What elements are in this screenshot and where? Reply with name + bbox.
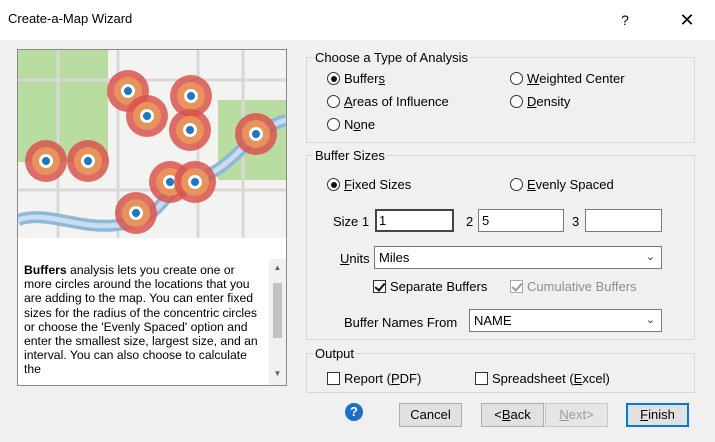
- scroll-up-icon[interactable]: ▲: [269, 263, 286, 272]
- radio-weighted-center-label: eighted Center: [539, 71, 625, 86]
- spreadsheet-excel-checkbox[interactable]: Spreadsheet (Excel): [475, 371, 610, 386]
- report-pdf-label-pre: Report (: [344, 371, 391, 386]
- separate-buffers-label: Separate Buffers: [390, 279, 488, 294]
- radio-density-mnemonic: D: [527, 94, 537, 109]
- units-value: Miles: [379, 250, 410, 265]
- radio-density[interactable]: Density: [510, 94, 570, 109]
- size2-input[interactable]: 5: [478, 209, 564, 232]
- radio-none-mnemonic: o: [353, 117, 361, 132]
- radio-areas-of-influence[interactable]: Areas of Influence: [327, 94, 449, 109]
- analysis-type-legend: Choose a Type of Analysis: [315, 50, 468, 65]
- chevron-down-icon[interactable]: ⌄: [646, 247, 655, 268]
- report-pdf-label-post: DF): [399, 371, 422, 386]
- radio-weighted-center-indicator[interactable]: [510, 72, 523, 85]
- radio-areas-label: reas of Influence: [352, 94, 449, 109]
- preview-panel: Buffers analysis lets you create one or …: [17, 49, 287, 386]
- size1-input[interactable]: 1: [375, 209, 454, 232]
- units-label-text: nits: [349, 251, 370, 266]
- radio-none-indicator[interactable]: [327, 118, 340, 131]
- buffer-names-from-select[interactable]: NAME ⌄: [469, 309, 662, 332]
- next-button-label: ext>: [568, 407, 594, 422]
- cancel-button[interactable]: Cancel: [399, 403, 462, 427]
- radio-fixed-mnemonic: F: [344, 177, 352, 192]
- cumulative-buffers-label: Cumulative Buffers: [527, 279, 637, 294]
- spreadsheet-excel-indicator[interactable]: [475, 372, 488, 385]
- size3-input[interactable]: [585, 209, 662, 232]
- spreadsheet-mnemonic: E: [573, 371, 583, 386]
- spreadsheet-label-post: xcel): [582, 371, 610, 386]
- radio-buffers-mnemonic: s: [378, 71, 385, 86]
- buffers-map-icon: [18, 50, 286, 238]
- report-pdf-mnemonic: P: [390, 371, 400, 386]
- radio-buffers-indicator[interactable]: [327, 72, 340, 85]
- radio-fixed-label: ixed Sizes: [351, 177, 412, 192]
- buffer-sizes-legend: Buffer Sizes: [315, 148, 385, 163]
- finish-button-mnemonic: F: [640, 407, 649, 422]
- scroll-thumb[interactable]: [273, 283, 282, 338]
- radio-areas-indicator[interactable]: [327, 95, 340, 108]
- radio-buffers[interactable]: Buffer s: [327, 71, 385, 86]
- analysis-description: Buffers analysis lets you create one or …: [18, 259, 269, 385]
- units-mnemonic: U: [340, 251, 350, 266]
- radio-none[interactable]: No ne: [327, 117, 375, 132]
- back-button-mnemonic: B: [501, 407, 511, 422]
- buffer-names-from-label: Buffer Names From: [344, 315, 458, 330]
- title-help-button[interactable]: ?: [610, 8, 640, 32]
- next-button: Next>: [545, 403, 608, 427]
- radio-evenly-indicator[interactable]: [510, 178, 523, 191]
- finish-button-label: inish: [648, 407, 675, 422]
- report-pdf-indicator[interactable]: [327, 372, 340, 385]
- radio-evenly-mnemonic: E: [527, 177, 536, 192]
- back-button-label: ack: [510, 407, 531, 422]
- buffer-names-from-value: NAME: [474, 313, 512, 328]
- radio-weighted-center[interactable]: Weighted Center: [510, 71, 625, 86]
- radio-areas-mnemonic: A: [344, 94, 353, 109]
- size2-label: 2: [466, 214, 474, 229]
- window-title: Create-a-Map Wizard: [8, 11, 133, 26]
- output-legend: Output: [315, 346, 355, 361]
- description-text: analysis lets you create one or more cir…: [24, 263, 258, 377]
- scroll-down-icon[interactable]: ▼: [269, 369, 286, 378]
- help-icon[interactable]: ?: [345, 403, 363, 421]
- map-illustration: [18, 50, 286, 238]
- radio-buffers-label: Buffer: [344, 71, 379, 86]
- description-term: Buffers: [24, 263, 67, 277]
- separate-buffers-checkbox[interactable]: Separate Buffers: [373, 279, 487, 294]
- report-pdf-checkbox[interactable]: Report (P DF): [327, 371, 421, 386]
- radio-density-indicator[interactable]: [510, 95, 523, 108]
- next-button-mnemonic: N: [559, 407, 569, 422]
- radio-none-label-pre: N: [344, 117, 354, 132]
- chevron-down-icon[interactable]: ⌄: [646, 310, 655, 331]
- radio-density-label: ensity: [536, 94, 571, 109]
- spreadsheet-label-pre: Spreadsheet (: [492, 371, 574, 386]
- finish-button[interactable]: Finish: [626, 403, 689, 427]
- size3-label: 3: [572, 214, 580, 229]
- radio-none-label-post: ne: [360, 117, 376, 132]
- size1-label: Size 1: [333, 214, 370, 229]
- radio-fixed-sizes[interactable]: Fixed Sizes: [327, 177, 411, 192]
- radio-evenly-spaced[interactable]: Evenly Spaced: [510, 177, 614, 192]
- radio-evenly-label: venly Spaced: [535, 177, 614, 192]
- cumulative-buffers-indicator: [510, 280, 523, 293]
- units-label: Units: [340, 251, 370, 266]
- cumulative-buffers-checkbox: Cumulative Buffers: [510, 279, 637, 294]
- close-button[interactable]: ✕: [672, 8, 702, 32]
- separate-buffers-indicator[interactable]: [373, 280, 386, 293]
- back-button[interactable]: <Back: [481, 403, 544, 427]
- description-scrollbar[interactable]: ▲ ▼: [269, 259, 286, 385]
- units-select[interactable]: Miles ⌄: [374, 246, 662, 269]
- radio-fixed-indicator[interactable]: [327, 178, 340, 191]
- radio-weighted-center-mnemonic: W: [527, 71, 540, 86]
- back-button-pre: <: [494, 407, 502, 422]
